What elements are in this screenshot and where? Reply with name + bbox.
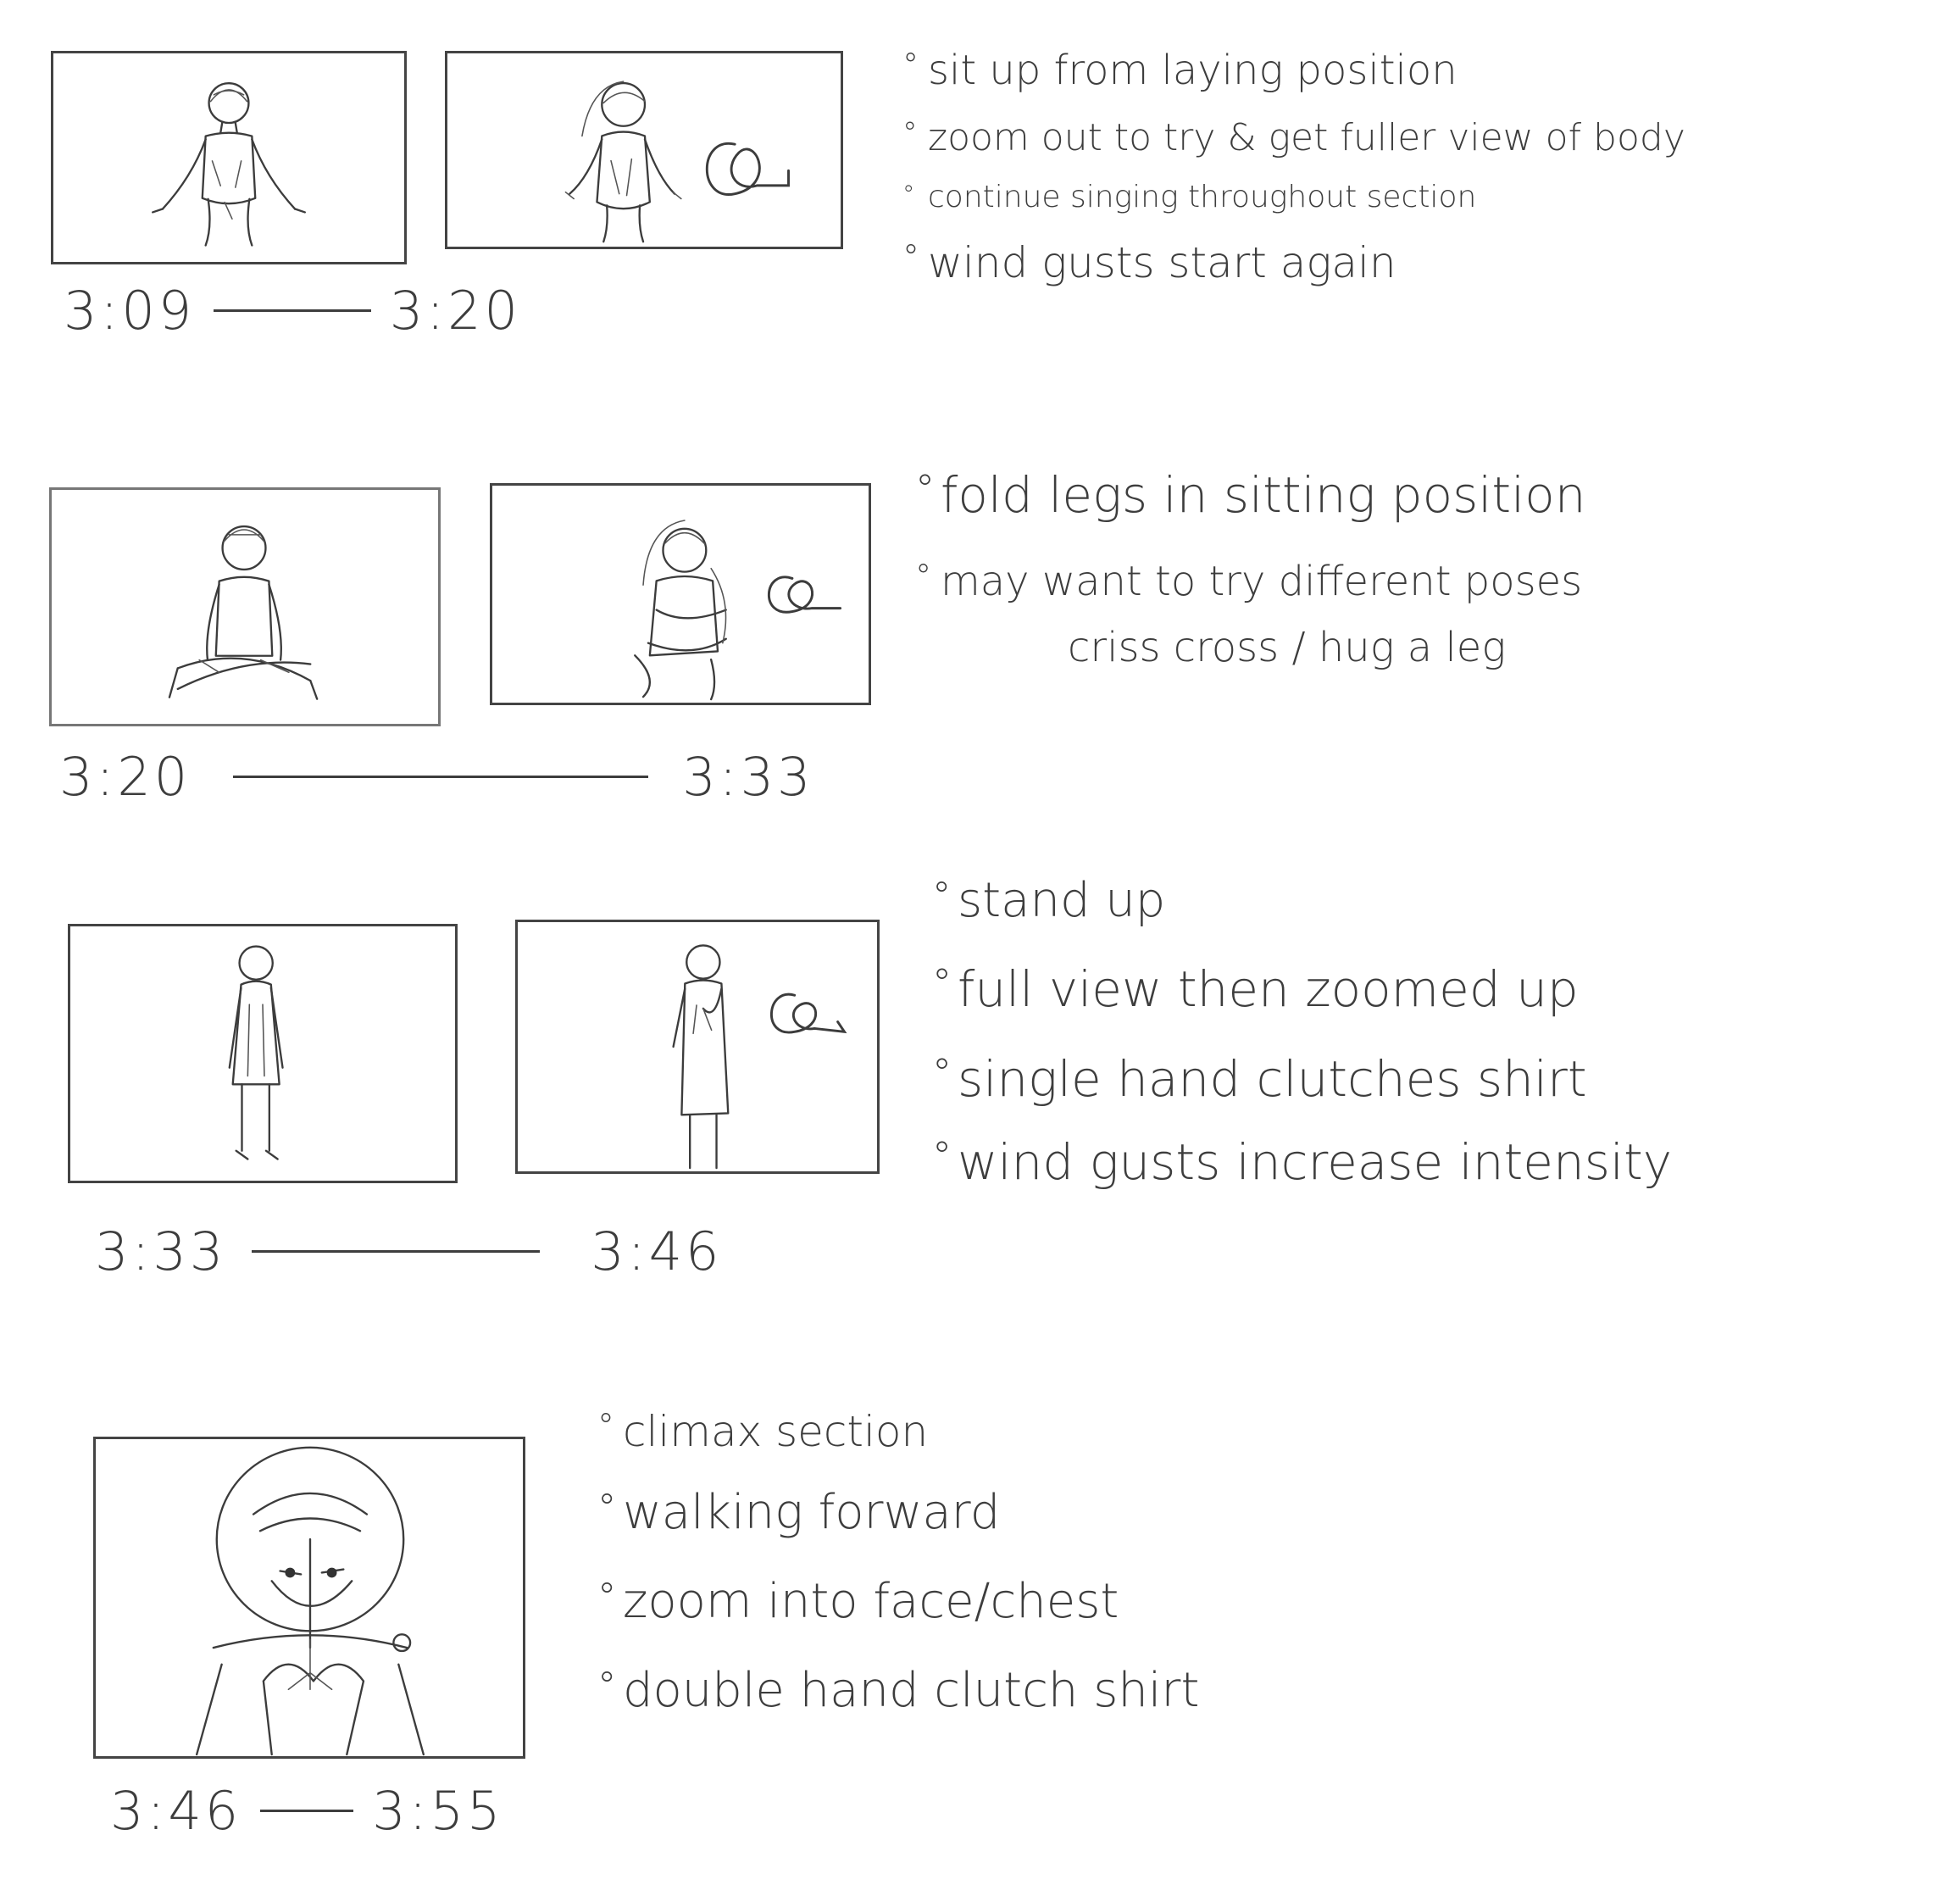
note-item: climax section bbox=[597, 1407, 1199, 1456]
note-item: fold legs in sitting position bbox=[915, 466, 1585, 524]
figure-sketch-icon bbox=[672, 944, 847, 1170]
notes-section-3: stand up full view then zoomed up single… bbox=[932, 873, 1672, 1191]
storyboard-panel-sitting-zoom bbox=[445, 51, 843, 249]
face-closeup-sketch-icon bbox=[195, 1446, 425, 1756]
note-item: single hand clutches shirt bbox=[932, 1050, 1672, 1108]
storyboard-panel-hug-leg bbox=[490, 483, 871, 705]
note-item: may want to try different poses bbox=[915, 558, 1586, 605]
timeline-end: 3:55 bbox=[372, 1780, 504, 1842]
wind-gust-icon bbox=[769, 993, 847, 1034]
timeline-end: 3:20 bbox=[389, 280, 521, 342]
timeline-section-4: 3:46 3:55 bbox=[110, 1780, 585, 1842]
timeline-line bbox=[260, 1810, 354, 1812]
timeline-section-3: 3:33 3:46 bbox=[95, 1221, 756, 1282]
notes-section-1: sit up from laying position zoom out to … bbox=[902, 47, 1685, 287]
storyboard-row-1: 3:09 3:20 sit up from laying position zo… bbox=[0, 0, 1960, 390]
note-item: continue singing throughout section bbox=[902, 180, 1685, 214]
timeline-end: 3:46 bbox=[591, 1221, 723, 1282]
note-item: double hand clutch shirt bbox=[597, 1663, 1199, 1718]
storyboard-row-4: 3:46 3:55 climax section walking forward… bbox=[0, 1407, 1960, 1882]
figure-sketch-icon bbox=[228, 945, 284, 1160]
note-item: full view then zoomed up bbox=[932, 960, 1672, 1018]
storyboard-panel-standing-full bbox=[68, 924, 458, 1183]
figure-sketch-icon bbox=[564, 81, 790, 243]
timeline-section-2: 3:20 3:33 bbox=[59, 746, 864, 808]
note-item: stand up bbox=[932, 873, 1672, 928]
timeline-line bbox=[233, 776, 649, 778]
note-item: zoom into face/chest bbox=[597, 1574, 1199, 1629]
note-item: sit up from laying position bbox=[902, 47, 1685, 94]
figure-sketch-icon bbox=[152, 81, 306, 247]
timeline-start: 3:20 bbox=[59, 746, 192, 808]
timeline-start: 3:46 bbox=[110, 1780, 242, 1842]
storyboard-row-3: 3:33 3:46 stand up full view then zoomed… bbox=[0, 873, 1960, 1322]
storyboard-panel-standing-zoom bbox=[515, 920, 880, 1174]
note-item: criss cross / hug a leg bbox=[1068, 624, 1507, 671]
timeline-start: 3:33 bbox=[95, 1221, 227, 1282]
timeline-line bbox=[214, 309, 371, 312]
figure-sketch-icon bbox=[168, 525, 319, 700]
note-item: walking forward bbox=[597, 1485, 1199, 1540]
timeline-start: 3:09 bbox=[64, 280, 196, 342]
wind-gust-icon bbox=[767, 576, 842, 614]
storyboard-row-2: 3:20 3:33 fold legs in sitting position … bbox=[0, 458, 1960, 848]
wind-gust-icon bbox=[706, 142, 790, 196]
timeline-line bbox=[252, 1250, 541, 1253]
storyboard-panel-face-closeup bbox=[93, 1437, 525, 1759]
note-item: wind gusts increase intensity bbox=[932, 1133, 1672, 1191]
figure-sketch-icon bbox=[634, 520, 842, 701]
timeline-section-1: 3:09 3:20 bbox=[64, 280, 521, 342]
note-item: wind gusts start again bbox=[902, 238, 1685, 287]
notes-section-2: fold legs in sitting position may want t… bbox=[915, 466, 1586, 671]
storyboard-panel-crisscross bbox=[49, 487, 441, 726]
notes-section-4: climax section walking forward zoom into… bbox=[597, 1407, 1199, 1718]
timeline-end: 3:33 bbox=[682, 746, 814, 808]
storyboard-panel-sitting-full bbox=[51, 51, 407, 264]
note-item: zoom out to try & get fuller view of bod… bbox=[902, 116, 1685, 159]
